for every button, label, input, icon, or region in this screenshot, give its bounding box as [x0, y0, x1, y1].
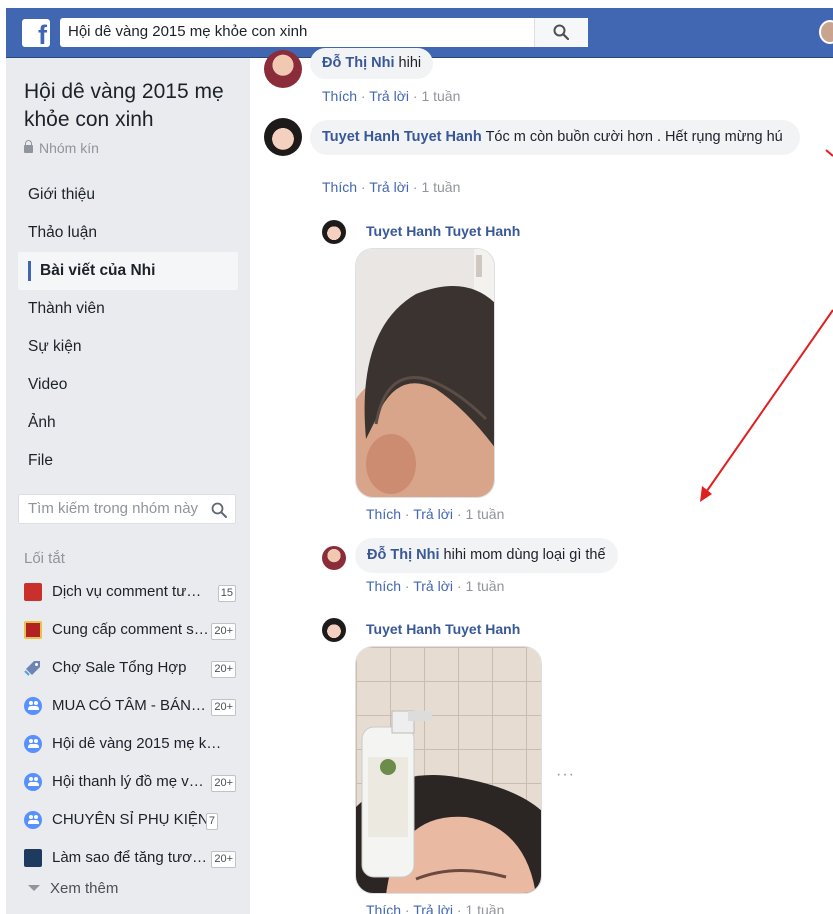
annotation-arrow-fragment — [825, 149, 833, 157]
annotation-arrows — [700, 149, 833, 502]
annotation-arrow-line — [701, 309, 833, 499]
arrow-head-icon — [700, 486, 712, 502]
